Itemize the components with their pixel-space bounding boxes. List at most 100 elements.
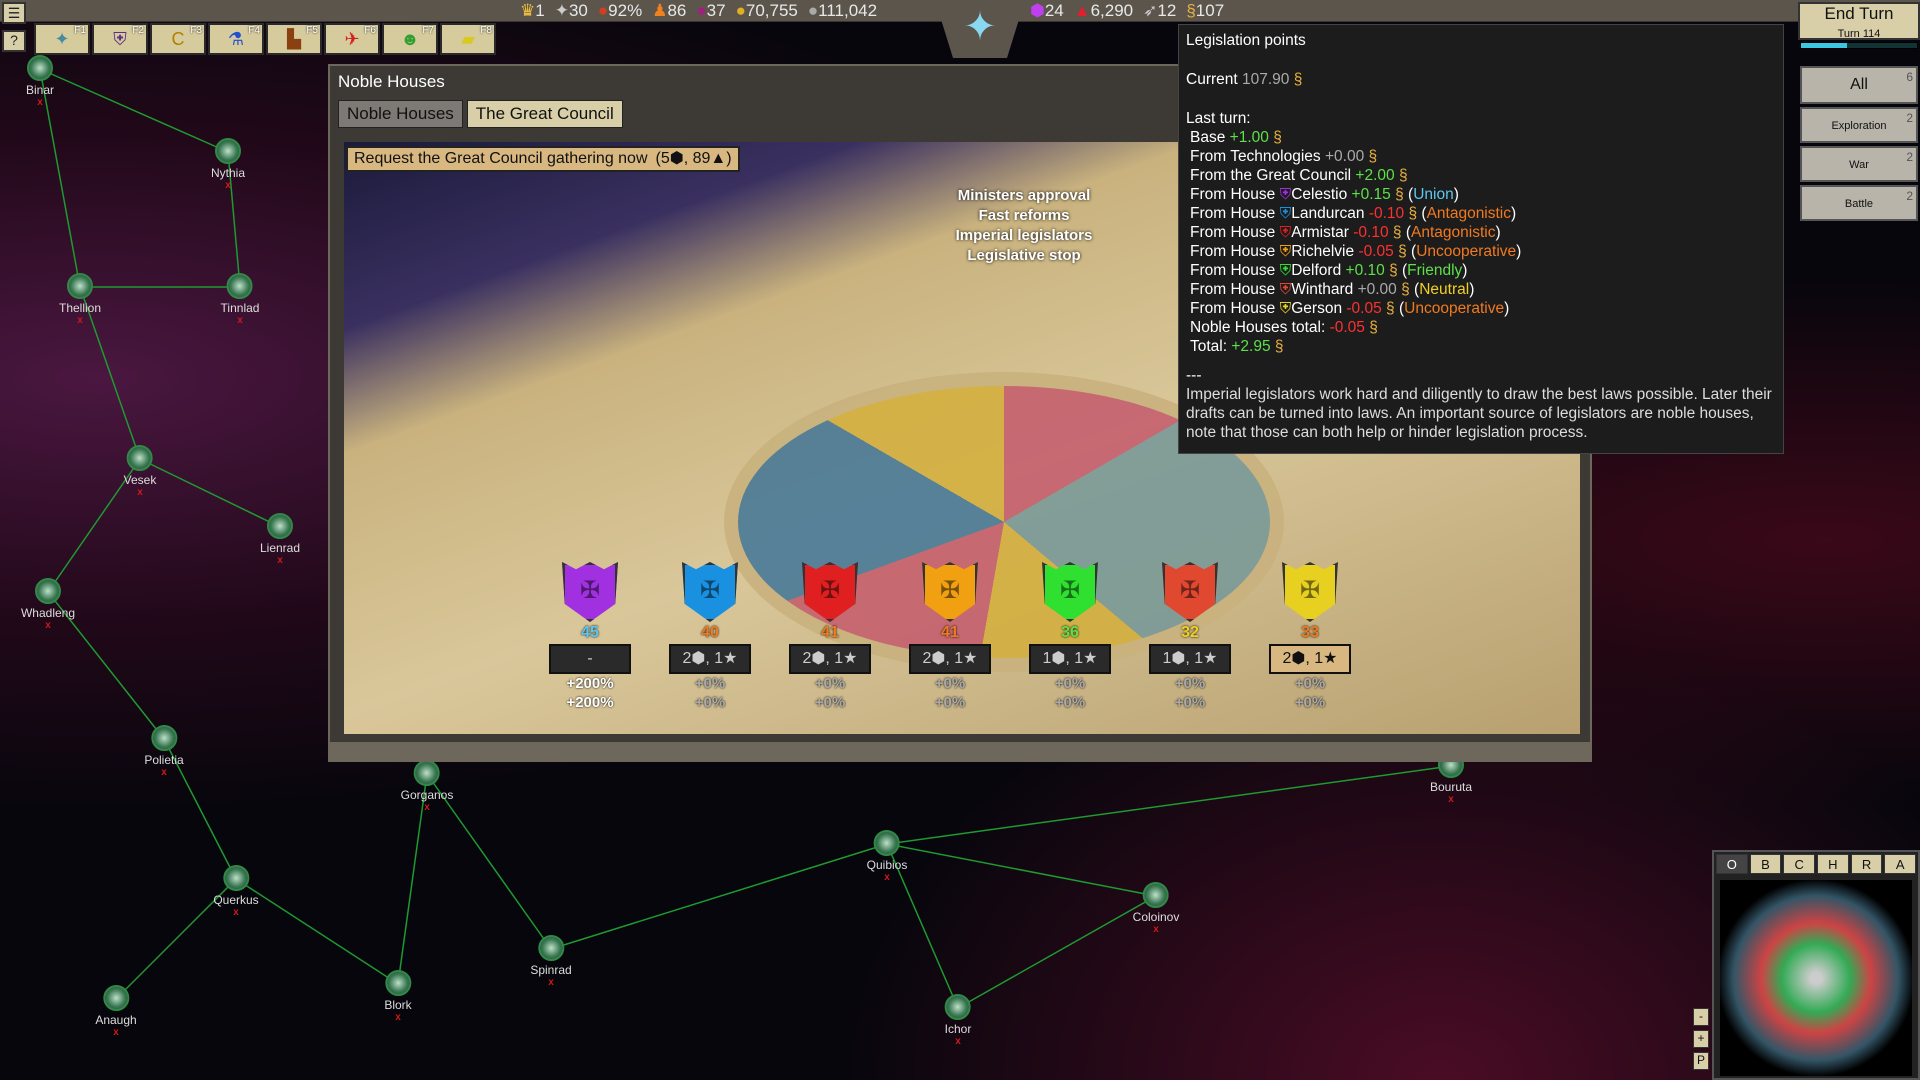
council-event[interactable]: Imperial legislators: [864, 226, 1184, 246]
house-crest-icon[interactable]: ✠: [1162, 562, 1218, 622]
relation-status: Union: [1413, 186, 1454, 203]
star-system-whadleng[interactable]: Whadleng x: [21, 578, 75, 631]
star-system-thellion[interactable]: Thellion x: [59, 273, 101, 326]
fkey-f7-button[interactable]: ☻ F7: [382, 23, 438, 55]
minimap-tab-r[interactable]: R: [1850, 854, 1883, 874]
minimap-view[interactable]: [1720, 880, 1912, 1076]
enemy-marker-icon: x: [77, 315, 83, 326]
fkey-f2-button[interactable]: ⛨ F2: [92, 23, 148, 55]
house-crest-icon: ⛨: [1279, 205, 1292, 222]
house-armistar[interactable]: ✠ 41 2⬢, 1★ +0% +0%: [780, 562, 880, 712]
council-event[interactable]: Fast reforms: [864, 206, 1184, 226]
resource-crown[interactable]: ♛1: [520, 1, 545, 20]
end-turn-button[interactable]: End Turn Turn 114: [1798, 2, 1920, 40]
unrest-icon: ●: [696, 1, 707, 20]
resource-legislation[interactable]: §107: [1186, 1, 1224, 20]
house-crest-icon[interactable]: ✠: [802, 562, 858, 622]
minimap-zoom-pin-button[interactable]: P: [1693, 1052, 1709, 1070]
star-name: Nythia: [210, 166, 246, 180]
star-system-blork[interactable]: Blork x: [384, 970, 412, 1023]
house-cost-button[interactable]: 2⬢, 1★: [789, 644, 871, 674]
house-cost-button[interactable]: 2⬢, 1★: [1269, 644, 1351, 674]
relation-status: Neutral: [1419, 281, 1470, 298]
house-richelvie[interactable]: ✠ 41 2⬢, 1★ +0% +0%: [900, 562, 1000, 712]
resource-eagle[interactable]: ✦30: [555, 1, 588, 20]
star-system-spinrad[interactable]: Spinrad x: [530, 935, 572, 988]
tooltip-line: Base +1.00 §: [1190, 128, 1776, 147]
house-cost-button[interactable]: -: [549, 644, 631, 674]
resource-unrest[interactable]: ●37: [696, 1, 725, 20]
resource-income[interactable]: ●111,042: [808, 1, 877, 20]
star-system-polietia[interactable]: Polietia x: [144, 725, 184, 778]
house-cost-button[interactable]: 1⬢, 1★: [1149, 644, 1231, 674]
council-event[interactable]: Ministers approval: [864, 186, 1184, 206]
fkey-f6-button[interactable]: ✈ F6: [324, 23, 380, 55]
house-gerson[interactable]: ✠ 33 2⬢, 1★ +0% +0%: [1260, 562, 1360, 712]
star-system-ichor[interactable]: Ichor x: [945, 994, 971, 1047]
fkey-f1-button[interactable]: ✦ F1: [34, 23, 90, 55]
minimap-tab-h[interactable]: H: [1817, 854, 1849, 874]
house-crest-icon[interactable]: ✠: [562, 562, 618, 622]
star-system-lienrad[interactable]: Lienrad x: [260, 513, 300, 566]
house-crest-icon[interactable]: ✠: [1282, 562, 1338, 622]
tab-noble-houses[interactable]: Noble Houses: [338, 100, 463, 128]
house-landurcan[interactable]: ✠ 40 2⬢, 1★ +0% +0%: [660, 562, 760, 712]
resource-mineral[interactable]: ▲6,290: [1074, 1, 1133, 20]
resource-missile[interactable]: ➶12: [1143, 1, 1176, 20]
star-system-coloinov[interactable]: Coloinov x: [1133, 882, 1179, 935]
filter-war-button[interactable]: War 2: [1800, 146, 1918, 182]
filter-exploration-button[interactable]: Exploration 2: [1800, 107, 1918, 143]
filter-battle-button[interactable]: Battle 2: [1800, 185, 1918, 221]
council-event[interactable]: Legislative stop: [864, 246, 1184, 266]
minimap-zoom-in-button[interactable]: +: [1693, 1030, 1709, 1048]
fkey-f4-button[interactable]: ⚗ F4: [208, 23, 264, 55]
house-crest-icon[interactable]: ✠: [1042, 562, 1098, 622]
minimap[interactable]: OBCHRA: [1712, 850, 1920, 1080]
resource-credits[interactable]: ●70,755: [736, 1, 798, 20]
current-points: Current 107.90 §: [1186, 70, 1776, 89]
house-crest-icon[interactable]: ✠: [682, 562, 738, 622]
tab-great-council[interactable]: The Great Council: [466, 100, 623, 128]
main-menu-button[interactable]: ☰: [2, 2, 26, 24]
shield-icon: ⛨: [113, 29, 127, 49]
star-system-anaugh[interactable]: Anaugh x: [95, 985, 137, 1038]
star-name: Polietia: [144, 753, 184, 767]
star-system-gorganos[interactable]: Gorganos x: [401, 760, 453, 813]
fkey-f8-button[interactable]: ▰ F8: [440, 23, 496, 55]
house-cost-button[interactable]: 2⬢, 1★: [669, 644, 751, 674]
star-system-binar[interactable]: Binar x: [26, 55, 54, 108]
alien-icon: ☻: [400, 29, 420, 49]
enemy-marker-icon: x: [884, 872, 890, 883]
star-system-nythia[interactable]: Nythia x: [211, 138, 245, 191]
tooltip-line: From House ⛨Armistar -0.10 § (Antagonist…: [1190, 224, 1501, 241]
minimap-tab-c[interactable]: C: [1783, 854, 1816, 874]
filter-all-button[interactable]: All 6: [1800, 66, 1918, 104]
fkey-f3-button[interactable]: C F3: [150, 23, 206, 55]
minimap-tab-o[interactable]: O: [1716, 854, 1748, 874]
line-label: Base: [1190, 129, 1226, 146]
minimap-tab-a[interactable]: A: [1884, 854, 1917, 874]
house-winthard[interactable]: ✠ 32 1⬢, 1★ +0% +0%: [1140, 562, 1240, 712]
minimap-tab-b[interactable]: B: [1749, 854, 1782, 874]
request-council-button[interactable]: Request the Great Council gathering now (…: [346, 146, 740, 172]
fkey-f5-button[interactable]: ▙ F5: [266, 23, 322, 55]
influence-bonus: +0%: [1294, 694, 1326, 711]
resource-value: 92%: [608, 1, 643, 20]
house-delford[interactable]: ✠ 36 1⬢, 1★ +0% +0%: [1020, 562, 1120, 712]
star-system-tinnlad[interactable]: Tinnlad x: [221, 273, 259, 326]
help-button[interactable]: ?: [2, 30, 26, 52]
house-cost-button[interactable]: 2⬢, 1★: [909, 644, 991, 674]
resource-population[interactable]: ♟86: [652, 1, 686, 20]
star-name: Quibios: [866, 858, 908, 872]
house-cost-button[interactable]: 1⬢, 1★: [1029, 644, 1111, 674]
credits-icon: C: [171, 29, 185, 49]
star-system-querkus[interactable]: Querkus x: [213, 865, 259, 918]
minimap-zoom-out-button[interactable]: -: [1693, 1008, 1709, 1026]
line-value: +0.15: [1351, 186, 1391, 203]
star-system-quibios[interactable]: Quibios x: [866, 830, 908, 883]
house-crest-icon[interactable]: ✠: [922, 562, 978, 622]
star-system-vesek[interactable]: Vesek x: [124, 445, 156, 498]
house-celestio[interactable]: ✠ 45- +200% +200%: [540, 562, 640, 712]
resource-stability[interactable]: ●92%: [598, 1, 642, 20]
resource-crystal[interactable]: ⬢24: [1030, 1, 1064, 20]
